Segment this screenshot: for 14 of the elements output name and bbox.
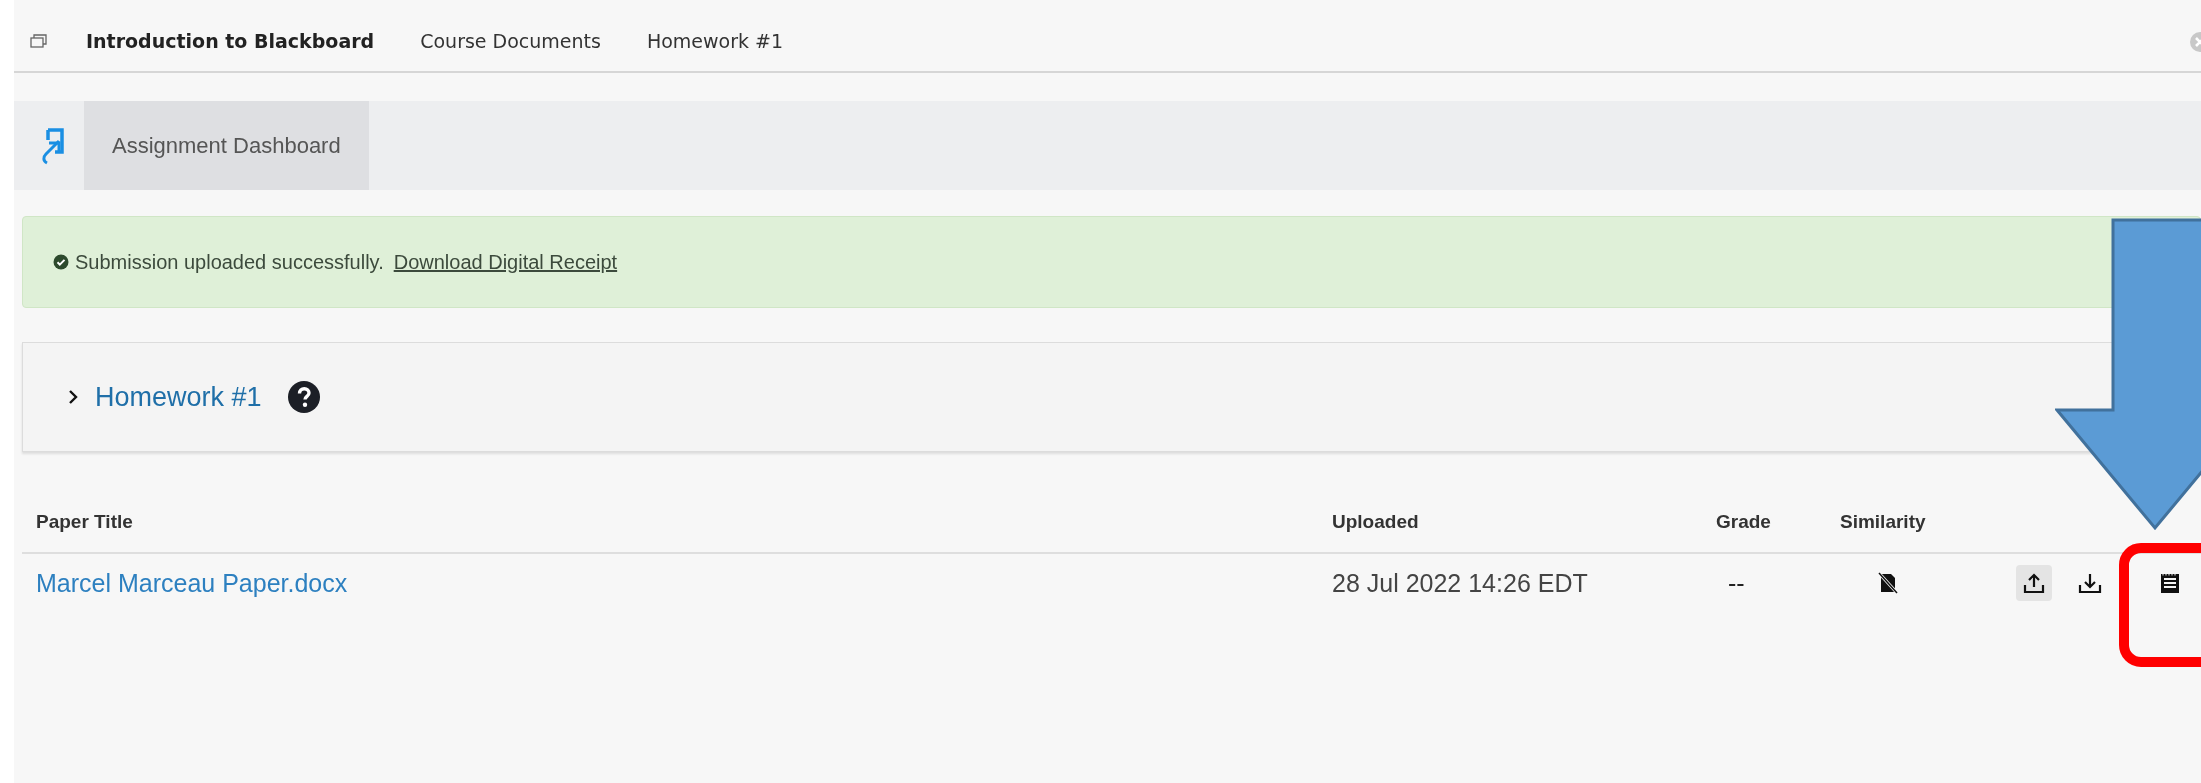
column-header: Paper Title bbox=[36, 511, 134, 533]
column-header: Uploaded bbox=[1332, 511, 1420, 533]
breadcrumb-link[interactable]: Homework #1 bbox=[646, 29, 784, 52]
assignment-title[interactable]: Homework #1 bbox=[95, 381, 262, 413]
nav-title[interactable]: Assignment Dashboard bbox=[84, 101, 369, 190]
uploaded-date: 28 Jul 2022 14:26 EDT bbox=[1332, 568, 1589, 598]
grade-value: -- bbox=[1727, 568, 1746, 598]
breadcrumb-link[interactable]: Course Documents bbox=[420, 29, 601, 52]
alert-message: Submission uploaded successfully. bbox=[75, 250, 384, 274]
paper-title-link[interactable]: Marcel Marceau Paper.docx bbox=[36, 568, 1332, 598]
column-header: Similarity bbox=[1840, 511, 1927, 533]
download-receipt-link[interactable]: Download Digital Receipt bbox=[393, 250, 618, 274]
column-header: Grade bbox=[1716, 511, 1772, 533]
breadcrumb-link[interactable]: Introduction to Blackboard bbox=[86, 29, 375, 52]
